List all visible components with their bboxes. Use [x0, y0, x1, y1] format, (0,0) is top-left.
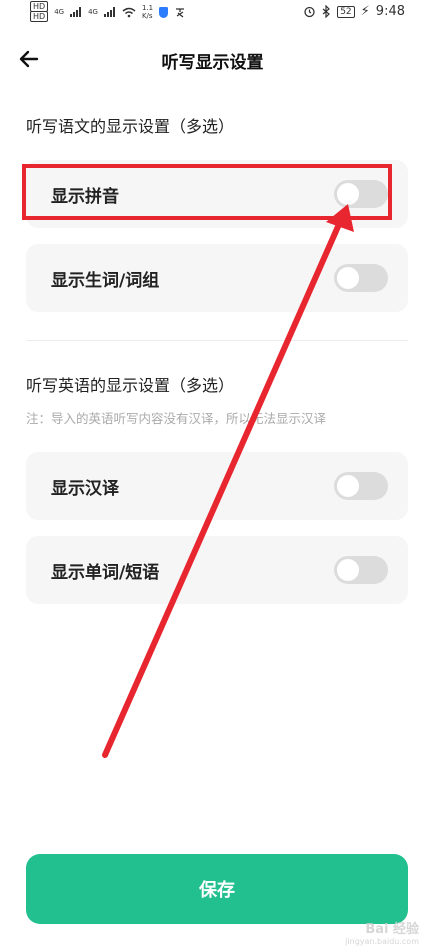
- toggle-knob: [337, 475, 359, 497]
- page-title: 听写显示设置: [161, 53, 264, 73]
- signal-bars-icon: [70, 7, 82, 17]
- speed-unit: K/s: [141, 12, 153, 20]
- bluetooth-icon: [322, 5, 331, 18]
- shield-icon: [159, 6, 169, 18]
- setting-card-show-new-words: 显示生词/词组: [26, 244, 408, 312]
- signal-2-label: 4G: [88, 8, 98, 16]
- toggle-show-translation[interactable]: [334, 472, 388, 500]
- setting-card-show-translation: 显示汉译: [26, 452, 408, 520]
- alarm-icon: [304, 6, 315, 18]
- setting-label-show-words-phrases: 显示单词/短语: [51, 563, 160, 583]
- app-notification-icon: [176, 8, 185, 18]
- toggle-show-new-words[interactable]: [334, 264, 388, 292]
- battery-level: 52: [337, 5, 355, 18]
- signal-1-label: 4G: [54, 8, 65, 16]
- wifi-icon: [122, 7, 136, 17]
- charging-icon: ⚡: [360, 4, 370, 19]
- clock-time: 9:48: [375, 4, 405, 19]
- toggle-show-words-phrases[interactable]: [334, 556, 388, 584]
- watermark-logo: Bai 经验 jingyan.baidu.com: [345, 918, 419, 946]
- save-button[interactable]: 保存: [26, 854, 408, 924]
- setting-card-show-words-phrases: 显示单词/短语: [26, 536, 408, 604]
- page-header: 听写显示设置: [0, 40, 425, 80]
- network-indicators: HD HD: [30, 1, 49, 22]
- speed-value: 1.1: [141, 4, 154, 12]
- hd-badge-2: HD: [30, 11, 49, 22]
- signal-bars-icon-2: [103, 7, 115, 17]
- english-section-note: 注：导入的英语听写内容没有汉译，所以无法显示汉译: [26, 411, 327, 426]
- english-section-title: 听写英语的显示设置（多选）: [26, 376, 235, 395]
- setting-label-show-translation: 显示汉译: [51, 479, 119, 499]
- section-divider: [26, 340, 408, 341]
- chinese-section-title: 听写语文的显示设置（多选）: [26, 117, 235, 136]
- status-bar: HD HD 4G 4G 1.1 K/s 52 ⚡ 9:48: [0, 0, 425, 24]
- toggle-knob: [337, 267, 359, 289]
- watermark-sub: jingyan.baidu.com: [345, 937, 419, 946]
- network-speed: 1.1 K/s: [142, 4, 153, 20]
- toggle-knob: [337, 559, 359, 581]
- watermark-text: Bai 经验: [365, 922, 419, 937]
- annotation-highlight-box: [22, 164, 392, 220]
- setting-label-show-new-words: 显示生词/词组: [51, 271, 160, 291]
